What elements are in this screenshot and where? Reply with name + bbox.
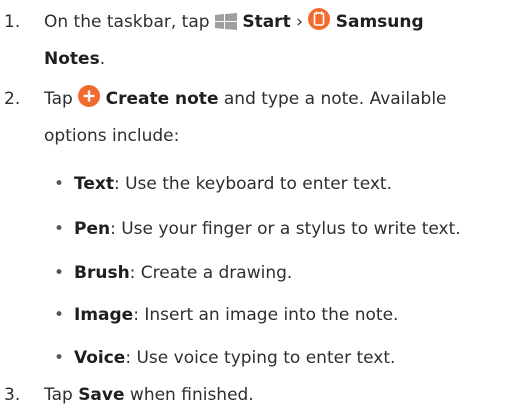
step-2-rest-1: and type a note. Available: [223, 89, 447, 109]
step-3-suffix: when finished.: [129, 385, 254, 405]
step-1-prefix: On the taskbar, tap: [44, 12, 210, 32]
step-1-period: .: [99, 49, 106, 69]
samsung-label: Samsung: [335, 12, 424, 32]
windows-start-icon: [214, 8, 237, 42]
bullet-desc: : Create a drawing.: [129, 263, 293, 283]
step-3-prefix: Tap: [44, 385, 73, 405]
list-item: • Image: Insert an image into the note.: [0, 298, 508, 332]
create-note-label: Create note: [105, 89, 219, 109]
bullet-desc: : Use your finger or a stylus to write t…: [110, 219, 461, 239]
bullet-dot: •: [54, 348, 65, 368]
bullet-term: Pen: [74, 219, 111, 239]
notes-label: Notes: [44, 49, 100, 69]
list-item: • Text: Use the keyboard to enter text.: [0, 167, 508, 201]
list-item: • Pen: Use your finger or a stylus to wr…: [0, 212, 508, 246]
create-note-plus-icon: [78, 85, 101, 119]
step-number: 3.: [4, 385, 21, 405]
bullet-desc: : Use the keyboard to enter text.: [113, 174, 392, 194]
bullet-desc: : Insert an image into the note.: [133, 305, 399, 325]
start-label: Start: [242, 12, 291, 32]
bullet-term: Brush: [74, 263, 130, 283]
bullet-dot: •: [54, 305, 65, 325]
step-text: On the taskbar, tap Start › Samsung Note…: [44, 5, 502, 76]
step-text: Tap Create note and type a note. Availab…: [44, 82, 502, 153]
bullet-dot: •: [54, 219, 65, 239]
save-label: Save: [78, 385, 125, 405]
step-number: 2.: [4, 89, 21, 109]
samsung-notes-icon: [308, 8, 331, 42]
bullet-term: Text: [74, 174, 114, 194]
breadcrumb-separator: ›: [296, 12, 303, 32]
list-item: • Brush: Create a drawing.: [0, 256, 508, 290]
step-text: Tap Save when finished.: [44, 378, 502, 412]
step-2-prefix: Tap: [44, 89, 73, 109]
instructions-page: 1. On the taskbar, tap Start › Samsung N…: [0, 0, 508, 408]
step-2-rest-2: options include:: [44, 126, 180, 146]
list-item: • Voice: Use voice typing to enter text.: [0, 341, 508, 375]
step-number: 1.: [4, 12, 21, 32]
bullet-dot: •: [54, 263, 65, 283]
bullet-desc: : Use voice typing to enter text.: [125, 348, 396, 368]
bullet-term: Voice: [74, 348, 126, 368]
bullet-term: Image: [74, 305, 134, 325]
bullet-dot: •: [54, 174, 65, 194]
